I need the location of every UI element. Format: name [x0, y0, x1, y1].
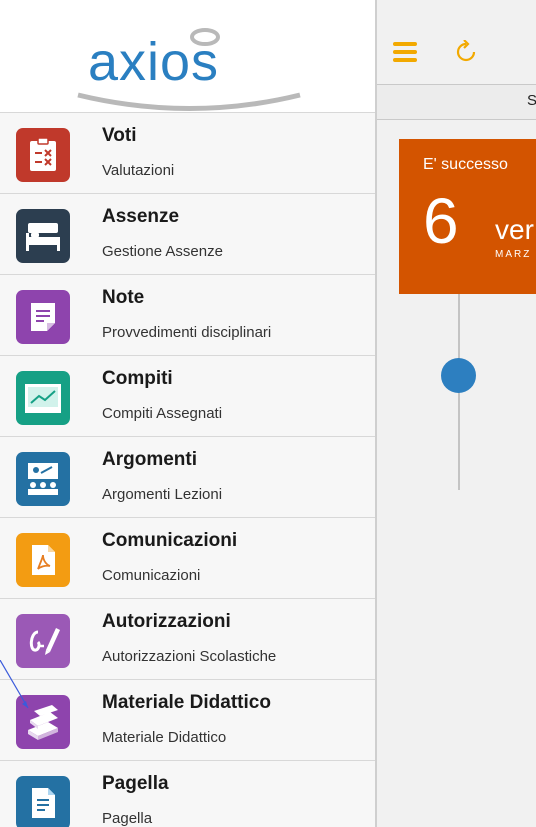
menu-item-title: Note [102, 287, 145, 308]
annotation-arrow [0, 660, 29, 709]
menu-item-subtitle: Materiale Didattico [102, 729, 227, 746]
event-month: MARZ [495, 249, 532, 260]
menu-item-subtitle: Autorizzazioni Scolastiche [102, 648, 277, 665]
menu-item-subtitle: Comunicazioni [102, 567, 201, 584]
refresh-icon[interactable] [455, 39, 477, 64]
menu-item-title: Materiale Didattico [102, 692, 271, 713]
menu-item-subtitle: Valutazioni [102, 162, 175, 179]
menu-item-compiti[interactable]: Compiti Compiti Assegnati [0, 355, 375, 436]
menu-item-voti[interactable]: Voti Valutazioni [0, 112, 375, 193]
menu-item-title: Voti [102, 125, 137, 146]
chart-board-icon [16, 371, 70, 425]
menu-item-subtitle: Pagella [102, 810, 153, 827]
logo-text: axios [88, 32, 219, 92]
menu-item-title: Comunicazioni [102, 530, 238, 551]
menu-item-subtitle: Gestione Assenze [102, 243, 223, 260]
event-day: 6 [423, 185, 459, 257]
menu-item-autorizzazioni[interactable]: Autorizzazioni Autorizzazioni Scolastich… [0, 598, 375, 679]
hamburger-menu-icon[interactable] [393, 42, 417, 62]
event-weekday: ver [495, 214, 534, 245]
logo: axios [0, 0, 375, 112]
classroom-icon [16, 452, 70, 506]
event-heading: E' successo [423, 156, 508, 173]
menu-item-title: Compiti [102, 368, 173, 389]
menu-item-comunicazioni[interactable]: Comunicazioni Comunicazioni [0, 517, 375, 598]
note-icon [16, 290, 70, 344]
timeline-dot[interactable] [441, 358, 476, 393]
menu-item-materiale-didattico[interactable]: Materiale Didattico Materiale Didattico [0, 679, 375, 760]
pdf-icon [16, 533, 70, 587]
bed-icon [16, 209, 70, 263]
sub-bar: S [377, 84, 536, 120]
menu-item-subtitle: Argomenti Lezioni [102, 486, 223, 503]
menu-item-assenze[interactable]: Assenze Gestione Assenze [0, 193, 375, 274]
main-content: S E' successo 6 ver MARZ [377, 0, 536, 827]
menu-item-subtitle: Provvedimenti disciplinari [102, 324, 272, 341]
menu-item-argomenti[interactable]: Argomenti Argomenti Lezioni [0, 436, 375, 517]
menu-item-title: Argomenti [102, 449, 197, 470]
menu-item-note[interactable]: Note Provvedimenti disciplinari [0, 274, 375, 355]
sidebar: axios Voti Valutazioni Assenze Gestione … [0, 0, 375, 827]
report-card-icon [16, 776, 70, 827]
menu-item-pagella[interactable]: Pagella Pagella [0, 760, 375, 827]
top-bar [377, 0, 536, 84]
grades-icon [16, 128, 70, 182]
menu-item-subtitle: Compiti Assegnati [102, 405, 223, 422]
subbar-label: S [527, 92, 536, 109]
main-menu: Voti Valutazioni Assenze Gestione Assenz… [0, 112, 375, 827]
menu-item-title: Assenze [102, 206, 180, 227]
menu-item-title: Pagella [102, 773, 169, 794]
menu-item-title: Autorizzazioni [102, 611, 231, 632]
event-card[interactable]: E' successo 6 ver MARZ [399, 139, 536, 294]
